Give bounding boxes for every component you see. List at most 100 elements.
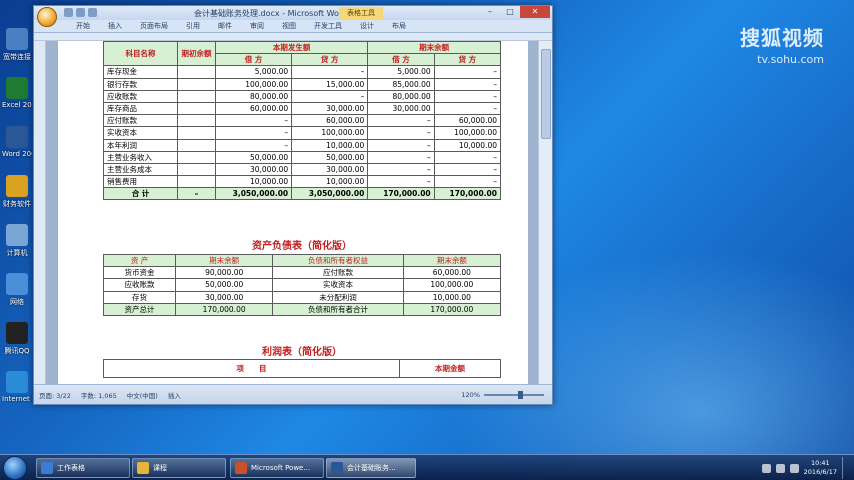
table-cell[interactable]: 资产总计 — [102, 302, 177, 316]
taskbar-button[interactable]: 课程 — [132, 458, 226, 478]
table-cell-pd[interactable]: – — [214, 114, 293, 128]
redo-icon[interactable] — [88, 8, 97, 17]
table-cell-cd[interactable]: 170,000.00 — [367, 187, 435, 201]
table-cell-pc[interactable]: – — [291, 65, 369, 79]
window-titlebar[interactable]: 会计基础账务处理.docx - Microsoft Word 表格工具 – □ … — [34, 6, 552, 27]
table-cell-name[interactable]: 合 计 — [103, 187, 178, 201]
table-cell-cd[interactable]: – — [367, 162, 435, 177]
table-cell[interactable]: 90,000.00 — [175, 266, 274, 280]
scrollbar-thumb[interactable] — [541, 49, 551, 139]
table-cell[interactable]: 存货 — [102, 290, 177, 304]
ribbon-tab[interactable]: 布局 — [386, 20, 412, 32]
table-cell-pc[interactable]: 15,000.00 — [291, 77, 369, 91]
ribbon-tab[interactable]: 视图 — [276, 20, 302, 32]
network-tray-icon[interactable] — [775, 463, 785, 473]
table-cell-opening[interactable] — [177, 89, 216, 103]
desktop-shortcut[interactable]: Word 2007 — [2, 126, 32, 158]
table-cell-opening[interactable]: – — [177, 187, 216, 201]
table-cell-opening[interactable] — [177, 101, 216, 116]
table-cell-pd[interactable]: 100,000.00 — [214, 77, 293, 91]
status-mode[interactable]: 插入 — [168, 390, 181, 400]
table-cell-pd[interactable]: 50,000.00 — [214, 150, 293, 164]
show-desktop-button[interactable] — [842, 457, 850, 479]
table-cell-cc[interactable]: – — [433, 162, 502, 177]
ribbon-tab[interactable]: 引用 — [180, 20, 206, 32]
table-cell-pd[interactable]: – — [214, 126, 293, 140]
ribbon-tab[interactable]: 审阅 — [244, 20, 270, 32]
start-button[interactable] — [3, 456, 27, 480]
table-cell[interactable]: 10,000.00 — [402, 290, 502, 304]
table-cell-pc[interactable]: 100,000.00 — [291, 126, 369, 140]
table-cell-pc[interactable]: 3,050,000.00 — [291, 187, 369, 201]
table-cell-cc[interactable]: 170,000.00 — [433, 187, 502, 201]
table-cell-cd[interactable]: – — [367, 150, 435, 164]
desktop-shortcut[interactable]: 计算机 — [2, 224, 32, 258]
table-cell-opening[interactable] — [177, 150, 216, 164]
status-page[interactable]: 页面: 3/22 — [39, 390, 71, 400]
table-cell-cd[interactable]: 85,000.00 — [367, 77, 435, 91]
ribbon-tab[interactable]: 设计 — [354, 20, 380, 32]
table-cell-name[interactable]: 应收账款 — [103, 89, 178, 103]
document-page[interactable]: 科目名称 期初余额 本期发生额 期末余额 借 方 贷 方 借 方 贷 方 库存现… — [58, 41, 528, 386]
desktop-shortcut[interactable]: 宽带连接 — [2, 28, 32, 62]
table-cell-name[interactable]: 主营业务成本 — [103, 162, 178, 177]
table-cell-name[interactable]: 银行存款 — [103, 77, 178, 91]
table-cell-pd[interactable]: – — [214, 138, 293, 152]
status-language[interactable]: 中文(中国) — [127, 390, 158, 400]
save-icon[interactable] — [64, 8, 73, 17]
taskbar-button[interactable]: Microsoft Powe... — [230, 458, 324, 478]
status-words[interactable]: 字数: 1,065 — [81, 390, 117, 400]
desktop-shortcut[interactable]: 网络 — [2, 273, 32, 307]
table-cell-name[interactable]: 主营业务收入 — [103, 150, 178, 164]
table-cell-cd[interactable]: – — [367, 175, 435, 189]
table-cell-cd[interactable]: 80,000.00 — [367, 89, 435, 103]
minimize-button[interactable]: – — [480, 6, 500, 18]
table-cell-name[interactable]: 库存商品 — [103, 101, 178, 116]
table-cell-cc[interactable]: – — [433, 101, 502, 116]
table-cell-cd[interactable]: 30,000.00 — [367, 101, 435, 116]
desktop-shortcut[interactable]: Excel 2007 — [2, 77, 32, 109]
table-cell-opening[interactable] — [177, 65, 216, 79]
ribbon-tab[interactable]: 开发工具 — [308, 20, 348, 32]
table-cell-cc[interactable]: – — [433, 89, 502, 103]
table-cell-cd[interactable]: – — [367, 114, 435, 128]
table-cell[interactable]: 50,000.00 — [175, 278, 274, 292]
table-cell[interactable]: 100,000.00 — [402, 278, 502, 292]
vertical-ruler[interactable] — [34, 41, 46, 386]
table-cell[interactable]: 应收账款 — [102, 278, 177, 292]
table-cell-pc[interactable]: 10,000.00 — [291, 138, 369, 152]
table-cell-cc[interactable]: – — [433, 150, 502, 164]
table-cell-pd[interactable]: 80,000.00 — [214, 89, 293, 103]
taskbar-button[interactable]: 工作表格 — [36, 458, 130, 478]
table-cell[interactable]: 实收资本 — [272, 278, 404, 292]
table-cell-cc[interactable]: 10,000.00 — [433, 138, 502, 152]
table-cell-cd[interactable]: – — [367, 138, 435, 152]
zoom-slider[interactable] — [484, 390, 544, 399]
table-cell-name[interactable]: 库存现金 — [103, 65, 178, 79]
table-cell-cc[interactable]: – — [433, 77, 502, 91]
table-cell-pc[interactable]: 30,000.00 — [291, 101, 369, 116]
clock[interactable]: 10:41 2016/6/17 — [804, 459, 837, 477]
table-cell[interactable]: 30,000.00 — [175, 290, 274, 304]
flag-icon[interactable] — [761, 463, 771, 473]
horizontal-ruler[interactable] — [34, 33, 552, 41]
table-cell[interactable]: 170,000.00 — [175, 302, 274, 316]
table-cell-pd[interactable]: 10,000.00 — [214, 175, 293, 189]
table-cell-cc[interactable]: 100,000.00 — [433, 126, 502, 140]
maximize-button[interactable]: □ — [500, 6, 520, 18]
table-cell-cd[interactable]: – — [367, 126, 435, 140]
table-cell[interactable]: 应付账款 — [272, 266, 404, 280]
vertical-scrollbar[interactable] — [538, 41, 552, 386]
table-cell-pd[interactable]: 3,050,000.00 — [214, 187, 293, 201]
table-cell-pd[interactable]: 30,000.00 — [214, 162, 293, 177]
table-cell-cc[interactable]: – — [433, 65, 502, 79]
table-cell-cc[interactable]: 60,000.00 — [433, 114, 502, 128]
ribbon-tab[interactable]: 页面布局 — [134, 20, 174, 32]
desktop-shortcut[interactable]: 腾讯QQ — [2, 322, 32, 356]
table-cell-opening[interactable] — [177, 162, 216, 177]
taskbar-button[interactable]: 会计基础账务... — [326, 458, 416, 478]
table-cell-cc[interactable]: – — [433, 175, 502, 189]
table-cell[interactable]: 60,000.00 — [402, 266, 502, 280]
table-cell-pc[interactable]: – — [291, 89, 369, 103]
office-button[interactable] — [37, 7, 57, 27]
